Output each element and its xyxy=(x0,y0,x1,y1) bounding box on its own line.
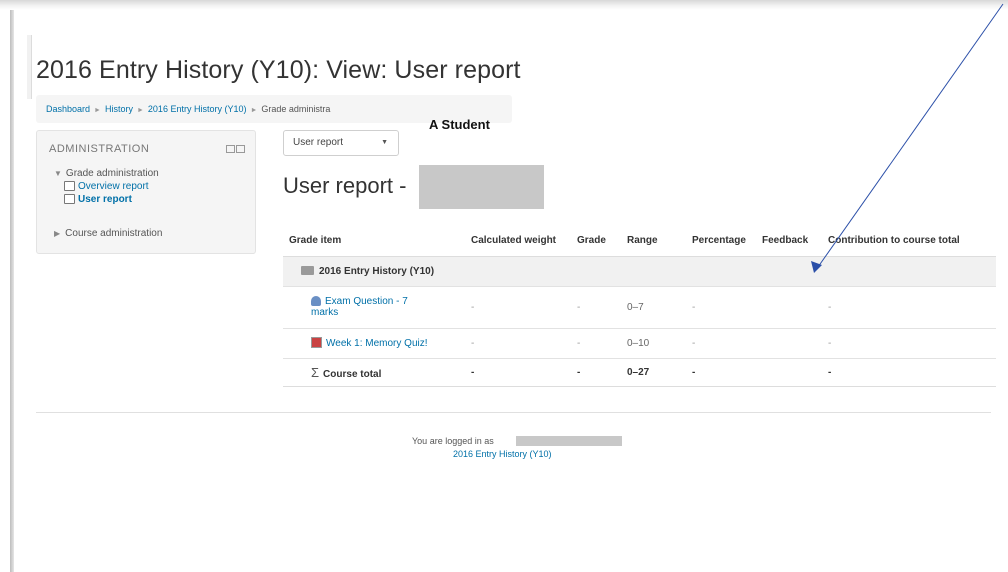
course-total-label: Course total xyxy=(323,368,382,380)
breadcrumb-separator: ► xyxy=(136,107,144,114)
window-top-edge xyxy=(0,0,1008,10)
header-contribution: Contribution to course total xyxy=(822,226,996,257)
grade-item-link[interactable]: Week 1: Memory Quiz! xyxy=(311,337,428,349)
grade-item-link[interactable]: Exam Question - 7 marks xyxy=(311,296,408,318)
header-grade: Grade xyxy=(571,226,621,257)
cell-grade: - xyxy=(571,358,621,387)
header-calculated-weight: Calculated weight xyxy=(465,226,571,257)
grade-table: Grade item Calculated weight Grade Range… xyxy=(283,226,996,387)
cell-contribution: - xyxy=(822,328,996,359)
user-report-heading: User report - xyxy=(283,173,407,198)
tree-overview-report[interactable]: Overview report xyxy=(64,180,159,193)
course-total-row: Σ Course total - - 0–27 - - xyxy=(283,358,996,387)
cell-grade: - xyxy=(571,328,621,359)
cell-range: 0–10 xyxy=(621,328,686,359)
cell-weight: - xyxy=(465,286,571,329)
footer-course-link[interactable]: 2016 Entry History (Y10) xyxy=(453,449,552,459)
header-percentage: Percentage xyxy=(686,226,756,257)
cell-contribution: - xyxy=(822,286,996,329)
cell-weight: - xyxy=(465,358,571,387)
table-row: Exam Question - 7 marks - - 0–7 - - xyxy=(283,286,996,329)
report-icon xyxy=(64,194,75,204)
administration-title: ADMINISTRATION xyxy=(49,143,150,155)
quiz-icon xyxy=(311,337,322,348)
dock-icon[interactable] xyxy=(226,145,235,153)
folder-icon xyxy=(301,265,314,275)
window-left-edge xyxy=(10,10,14,572)
assignment-icon xyxy=(311,296,321,306)
breadcrumb-history[interactable]: History xyxy=(105,104,133,114)
report-select-value: User report xyxy=(293,137,344,148)
breadcrumb-separator: ► xyxy=(94,107,101,114)
breadcrumb-current: Grade administra xyxy=(261,104,331,114)
category-row: 2016 Entry History (Y10) xyxy=(283,256,996,287)
cell-feedback xyxy=(756,286,822,329)
annotation-student-label: A Student xyxy=(429,117,490,132)
tree-user-report[interactable]: User report xyxy=(64,193,159,206)
chevron-down-icon: ▼ xyxy=(381,139,388,146)
category-name: 2016 Entry History (Y10) xyxy=(319,265,435,277)
cell-feedback xyxy=(756,328,822,359)
collapsed-triangle-icon: ▶ xyxy=(54,229,61,238)
header-grade-item: Grade item xyxy=(283,226,465,257)
collapse-icon[interactable] xyxy=(236,145,245,153)
page-title: 2016 Entry History (Y10): View: User rep… xyxy=(36,56,521,84)
block-controls[interactable] xyxy=(225,145,245,155)
footer-divider xyxy=(36,412,991,413)
header-range: Range xyxy=(621,226,686,257)
admin-tree: ▼ Grade administration Overview report Us… xyxy=(54,167,159,206)
cell-range: 0–27 xyxy=(621,358,686,387)
cell-grade: - xyxy=(571,286,621,329)
table-row: Week 1: Memory Quiz! - - 0–10 - - xyxy=(283,328,996,359)
side-tab-marker xyxy=(27,35,32,99)
tree-course-administration[interactable]: ▶ Course administration xyxy=(54,228,162,239)
expanded-triangle-icon: ▼ xyxy=(54,169,62,178)
cell-percentage: - xyxy=(686,286,756,329)
breadcrumb-separator: ► xyxy=(250,107,258,114)
cell-percentage: - xyxy=(686,358,756,387)
cell-feedback xyxy=(756,358,822,387)
administration-block: ADMINISTRATION ▼ Grade administration Ove… xyxy=(36,130,256,254)
breadcrumb-course[interactable]: 2016 Entry History (Y10) xyxy=(148,104,247,114)
cell-contribution: - xyxy=(822,358,996,387)
redacted-student-name xyxy=(419,165,544,209)
redacted-username xyxy=(516,436,622,446)
report-icon xyxy=(64,181,75,191)
breadcrumb-dashboard[interactable]: Dashboard xyxy=(46,104,90,114)
cell-percentage: - xyxy=(686,328,756,359)
table-header-row: Grade item Calculated weight Grade Range… xyxy=(283,226,996,257)
header-feedback: Feedback xyxy=(756,226,822,257)
cell-weight: - xyxy=(465,328,571,359)
cell-range: 0–7 xyxy=(621,286,686,329)
report-type-select[interactable]: User report ▼ xyxy=(283,130,399,156)
logged-in-text: You are logged in as xyxy=(412,436,494,446)
sigma-icon: Σ xyxy=(311,364,320,380)
tree-grade-administration[interactable]: ▼ Grade administration xyxy=(54,167,159,180)
